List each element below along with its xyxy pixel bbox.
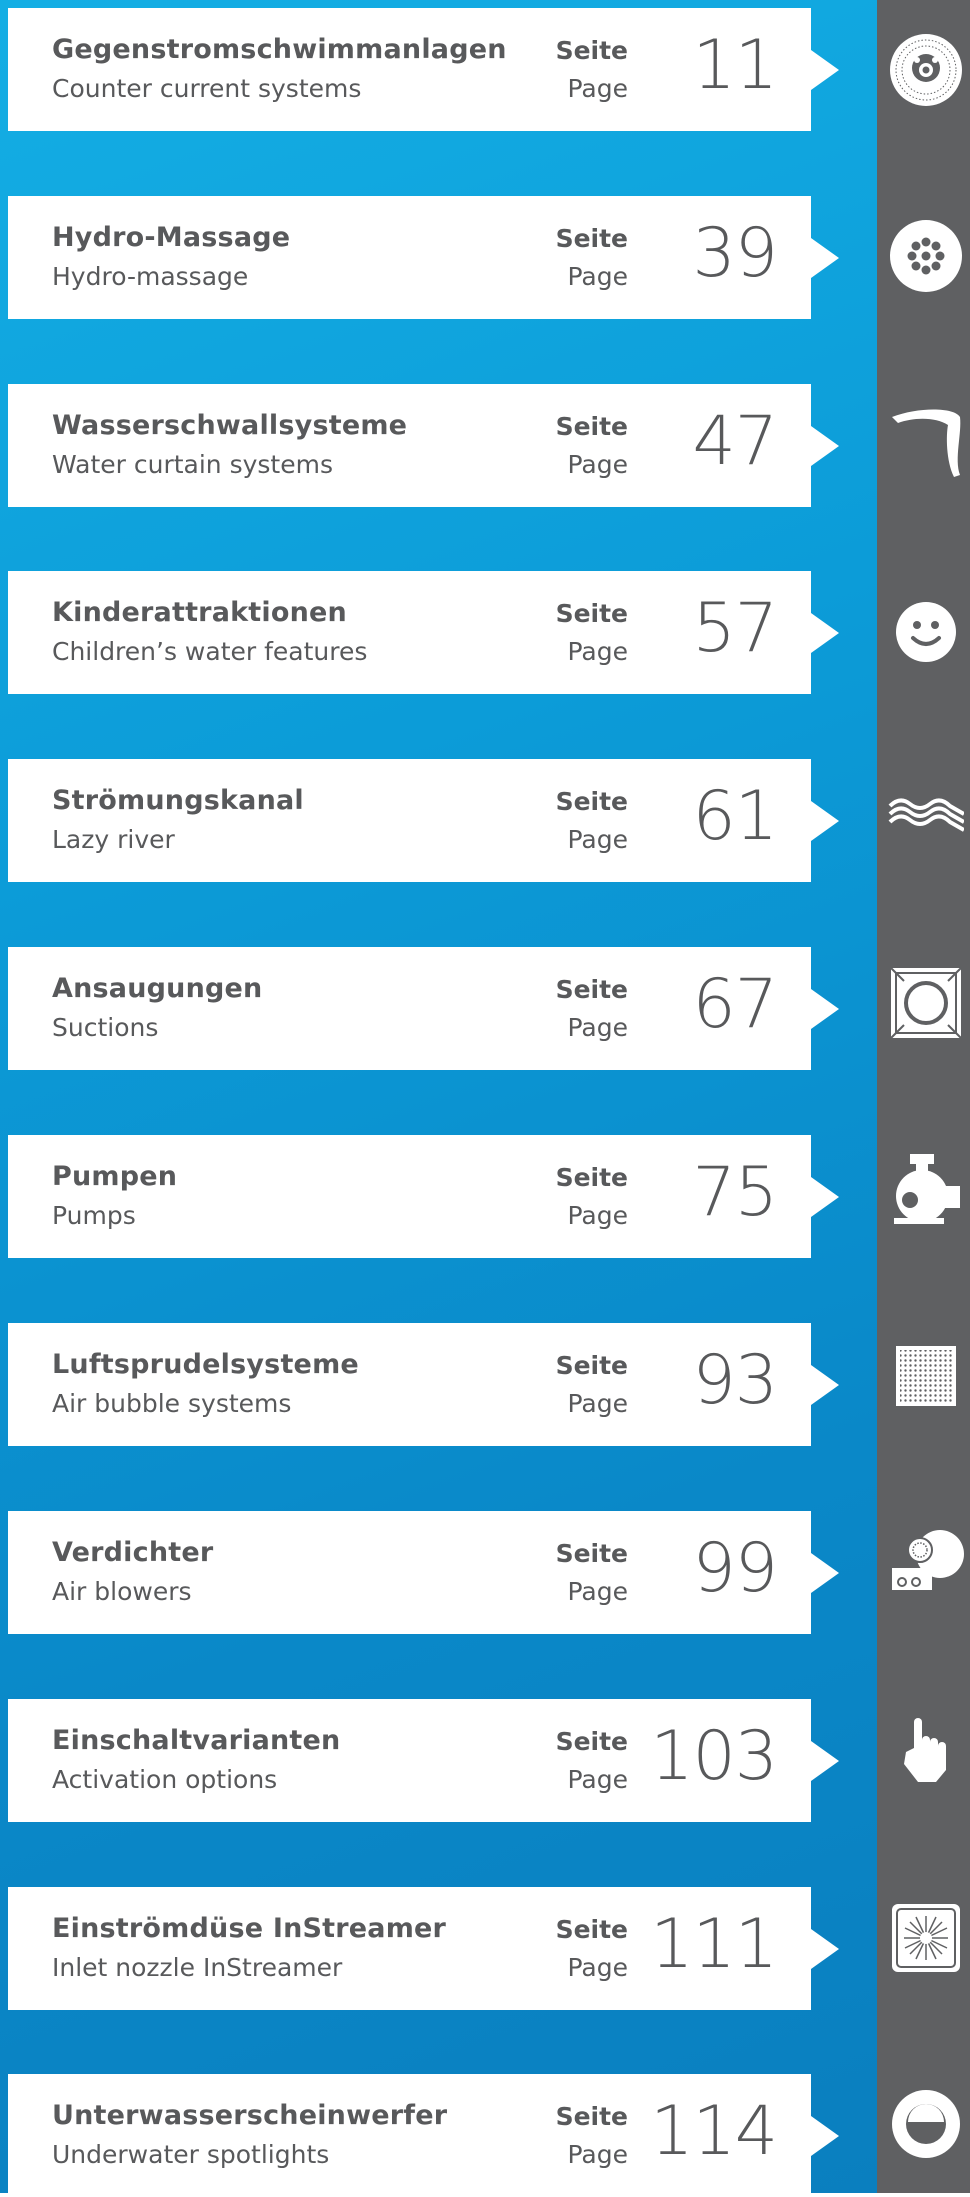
page-number: 111 [650, 1905, 778, 1984]
pump-icon [888, 1152, 964, 1228]
background-panel [0, 0, 877, 2193]
entry-subtitle: Suctions [52, 1013, 159, 1042]
page-label: Page [567, 1013, 628, 1042]
seite-label: Seite [555, 412, 628, 441]
counter-current-jet-icon [888, 32, 964, 108]
seite-label: Seite [555, 36, 628, 65]
page-number: 103 [650, 1717, 778, 1796]
seite-label: Seite [555, 1727, 628, 1756]
seite-label: Seite [555, 787, 628, 816]
page-number: 67 [692, 965, 778, 1044]
entry-title: Luftsprudelsysteme [52, 1349, 359, 1380]
water-curtain-icon [888, 403, 964, 479]
seite-label: Seite [555, 2102, 628, 2131]
seite-label: Seite [555, 224, 628, 253]
page-label: Page [567, 262, 628, 291]
entry-subtitle: Hydro-massage [52, 262, 249, 291]
spotlight-icon [888, 2086, 964, 2162]
bubble-grid-icon [888, 1338, 964, 1414]
page-label: Page [567, 1953, 628, 1982]
entry-title: Pumpen [52, 1161, 178, 1192]
page-number: 114 [650, 2092, 778, 2171]
inlet-nozzle-icon [888, 1900, 964, 1976]
page-label: Page [567, 1201, 628, 1230]
seite-label: Seite [555, 599, 628, 628]
toc-entry-water-curtain[interactable]: Wasserschwallsysteme Water curtain syste… [8, 384, 839, 507]
toc-entry-instreamer[interactable]: Einströmdüse InStreamer Inlet nozzle InS… [8, 1887, 839, 2010]
entry-subtitle: Air bubble systems [52, 1389, 292, 1418]
page-label: Page [567, 825, 628, 854]
seite-label: Seite [555, 1915, 628, 1944]
page-number: 93 [692, 1341, 778, 1420]
page-label: Page [567, 1389, 628, 1418]
toc-entry-pumps[interactable]: Pumpen Pumps Seite Page 75 [8, 1135, 839, 1258]
suction-grate-icon [888, 965, 964, 1041]
entry-subtitle: Lazy river [52, 825, 175, 854]
seite-label: Seite [555, 975, 628, 1004]
page-label: Page [567, 1577, 628, 1606]
entry-title: Hydro-Massage [52, 222, 291, 253]
seite-label: Seite [555, 1539, 628, 1568]
page-number: 57 [692, 589, 778, 668]
page-number: 47 [692, 402, 778, 481]
entry-subtitle: Children’s water features [52, 637, 368, 666]
water-waves-icon [888, 774, 964, 850]
entry-title: Einströmdüse InStreamer [52, 1913, 447, 1944]
toc-entry-hydro-massage[interactable]: Hydro-Massage Hydro-massage Seite Page 3… [8, 196, 839, 319]
page-label: Page [567, 450, 628, 479]
page-number: 11 [692, 26, 778, 105]
hand-pointer-icon [888, 1712, 964, 1788]
entry-title: Verdichter [52, 1537, 214, 1568]
page-label: Page [567, 637, 628, 666]
entry-title: Kinderattraktionen [52, 597, 347, 628]
toc-entry-air-bubble[interactable]: Luftsprudelsysteme Air bubble systems Se… [8, 1323, 839, 1446]
entry-title: Unterwasserscheinwerfer [52, 2100, 448, 2131]
entry-subtitle: Inlet nozzle InStreamer [52, 1953, 343, 1982]
entry-title: Einschaltvarianten [52, 1725, 341, 1756]
toc-entry-suctions[interactable]: Ansaugungen Suctions Seite Page 67 [8, 947, 839, 1070]
page-label: Page [567, 74, 628, 103]
page-number: 61 [692, 777, 778, 856]
entry-subtitle: Air blowers [52, 1577, 192, 1606]
page-number: 39 [692, 214, 778, 293]
entry-title: Wasserschwallsysteme [52, 410, 408, 441]
entry-subtitle: Counter current systems [52, 74, 362, 103]
smiley-icon [888, 594, 964, 670]
entry-subtitle: Water curtain systems [52, 450, 333, 479]
massage-nozzle-icon [888, 218, 964, 294]
page-number: 99 [692, 1529, 778, 1608]
page-label: Page [567, 2140, 628, 2169]
toc-entry-counter-current[interactable]: Gegenstromschwimmanlagen Counter current… [8, 8, 839, 131]
entry-subtitle: Underwater spotlights [52, 2140, 330, 2169]
toc-entry-air-blowers[interactable]: Verdichter Air blowers Seite Page 99 [8, 1511, 839, 1634]
icon-sidebar [877, 0, 970, 2193]
toc-entry-spotlights[interactable]: Unterwasserscheinwerfer Underwater spotl… [8, 2074, 839, 2197]
toc-entry-activation[interactable]: Einschaltvarianten Activation options Se… [8, 1699, 839, 1822]
toc-entry-lazy-river[interactable]: Strömungskanal Lazy river Seite Page 61 [8, 759, 839, 882]
entry-title: Ansaugungen [52, 973, 263, 1004]
entry-title: Strömungskanal [52, 785, 304, 816]
page-label: Page [567, 1765, 628, 1794]
toc-entry-children[interactable]: Kinderattraktionen Children’s water feat… [8, 571, 839, 694]
blower-icon [888, 1524, 964, 1600]
entry-title: Gegenstromschwimmanlagen [52, 34, 507, 65]
page-number: 75 [692, 1153, 778, 1232]
seite-label: Seite [555, 1351, 628, 1380]
entry-subtitle: Activation options [52, 1765, 278, 1794]
seite-label: Seite [555, 1163, 628, 1192]
entry-subtitle: Pumps [52, 1201, 136, 1230]
